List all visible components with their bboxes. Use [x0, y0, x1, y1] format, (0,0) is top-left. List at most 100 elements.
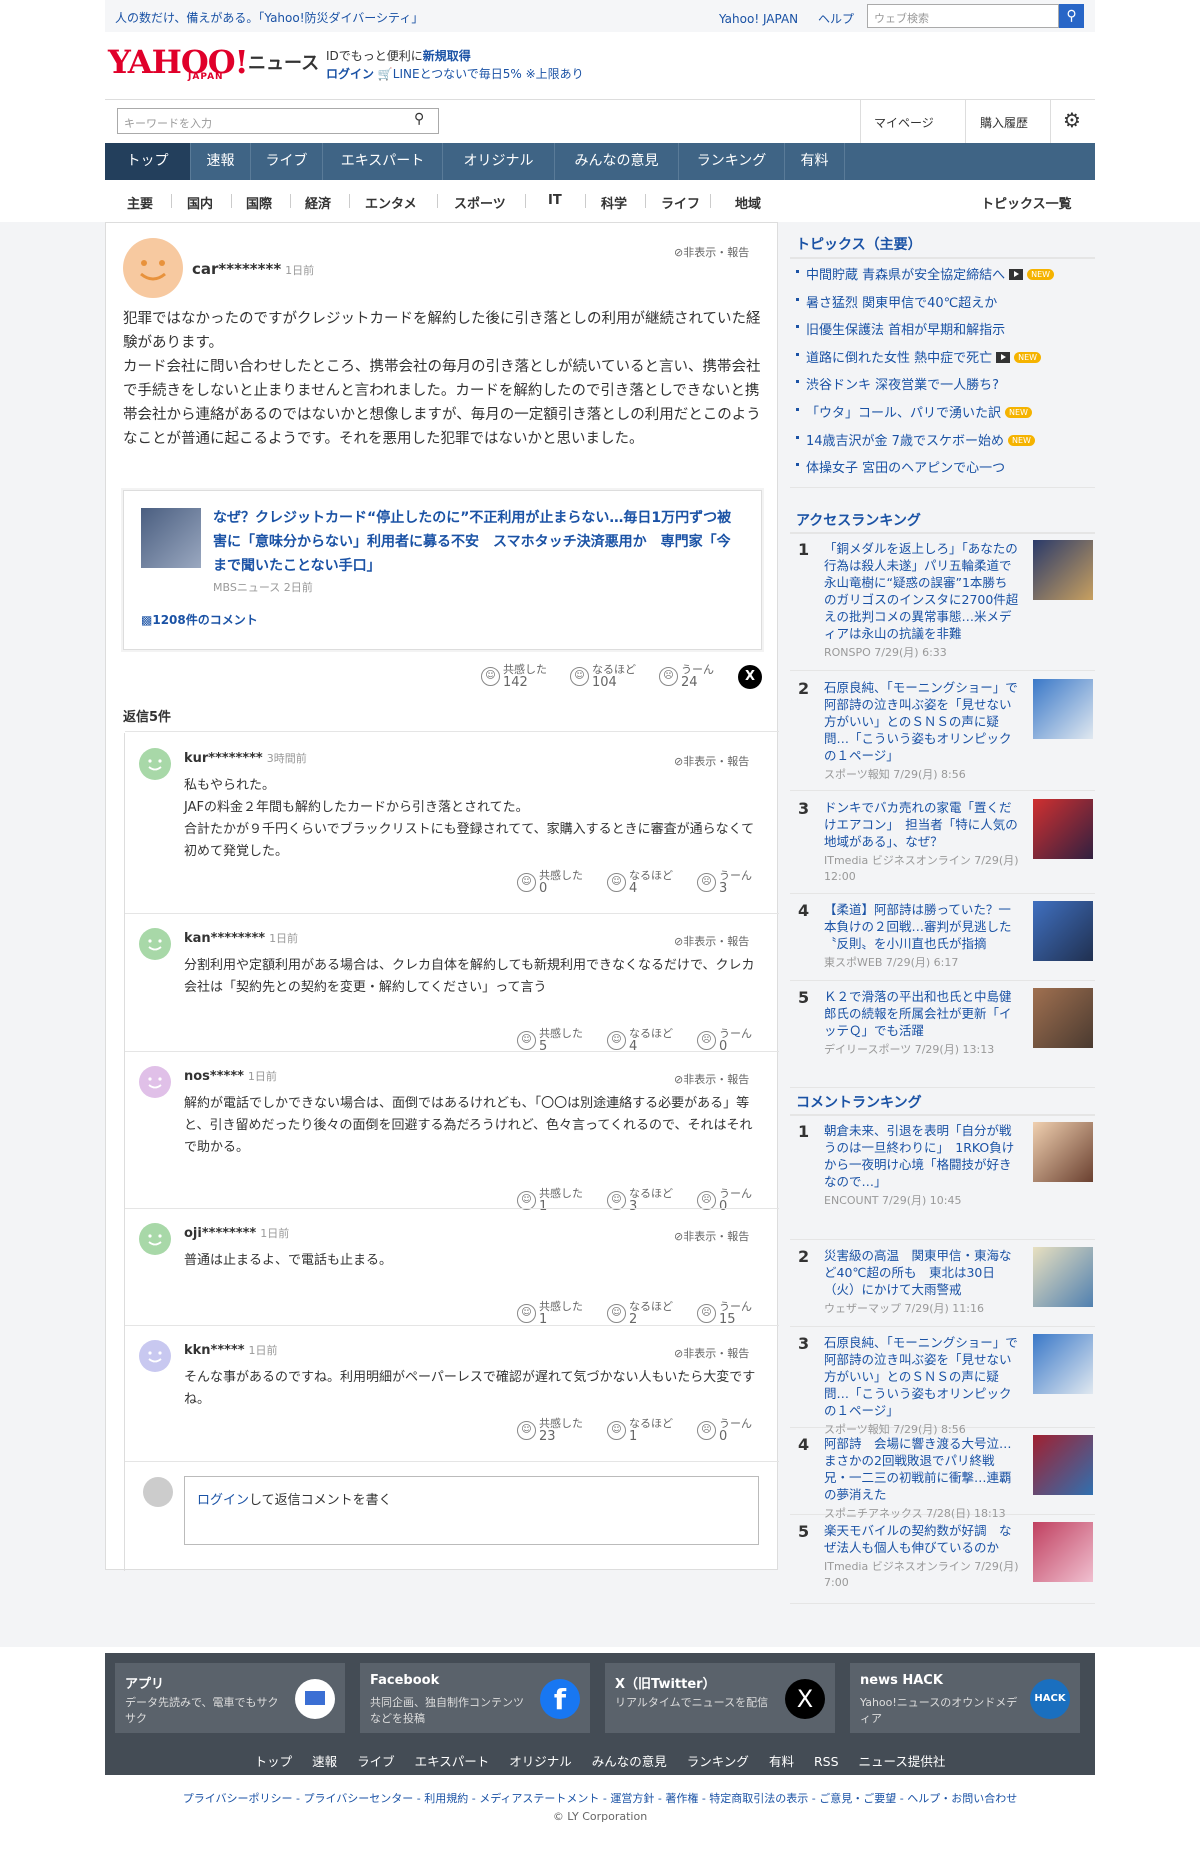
footer-nav-item[interactable]: ライブ: [357, 1754, 395, 1769]
ranking-item[interactable]: 4 阿部詩 会場に響き渡る大号泣…まさかの2回戦敗退でパリ終戦 兄・一二三の初戦…: [790, 1435, 1095, 1520]
ranking-item[interactable]: 5 楽天モバイルの契約数が好調 なぜ法人も個人も伸びているのか ITmedia …: [790, 1522, 1095, 1604]
footer-card-app[interactable]: アプリ データ先読みで、電車でもサクサク: [115, 1663, 345, 1733]
cat-world[interactable]: 国際: [246, 193, 272, 212]
ranking-item[interactable]: 1 「銅メダルを返上しろ」「あなたの行為は殺人未遂」パリ五輪柔道で永山竜樹に“疑…: [790, 540, 1095, 671]
footer-nav-item[interactable]: 有料: [769, 1754, 794, 1769]
reply-login-link[interactable]: ログイン: [197, 1493, 249, 1508]
topics-list-link[interactable]: トピックス一覧: [981, 193, 1072, 212]
gnav-top[interactable]: トップ: [105, 143, 191, 180]
rank-title[interactable]: 楽天モバイルの契約数が好調 なぜ法人も個人も伸びているのか: [824, 1522, 1019, 1556]
report-link[interactable]: ⊘非表示・報告: [674, 933, 749, 949]
footer-nav-item[interactable]: ランキング: [687, 1754, 749, 1769]
gnav-ranking[interactable]: ランキング: [679, 143, 785, 180]
rank-title[interactable]: 朝倉未来、引退を表明「自分が戦うのは一旦終わりに」 1RKO負けから一夜明け心境…: [824, 1122, 1019, 1190]
web-search-button[interactable]: ⚲: [1059, 4, 1084, 28]
reply-username[interactable]: kan******** 1日前: [184, 930, 298, 946]
gear-icon[interactable]: ⚙: [1063, 108, 1081, 132]
login-link[interactable]: ログイン: [326, 67, 374, 81]
article-title[interactable]: なぜ？クレジットカード“停止したのに”不正利用が止まらない…毎日1万円ずつ被害に…: [213, 506, 743, 578]
x-share-icon[interactable]: X: [738, 665, 762, 689]
ranking-item[interactable]: 5 Ｋ２で滑落の平出和也氏と中島健郎氏の続報を所属会社が更新「イッテＱ」でも活躍…: [790, 988, 1095, 1088]
signup-link[interactable]: 新規取得: [423, 49, 471, 63]
footer-nav-item[interactable]: みんなの意見: [592, 1754, 667, 1769]
cat-main[interactable]: 主要: [127, 193, 153, 212]
footer-nav-item[interactable]: トップ: [255, 1754, 293, 1769]
username-text[interactable]: car********: [192, 260, 281, 278]
cat-it[interactable]: IT: [548, 193, 562, 208]
article-comment-count[interactable]: ▩1208件のコメント: [141, 611, 258, 628]
cat-local[interactable]: 地域: [735, 193, 761, 212]
report-link[interactable]: ⊘非表示・報告: [674, 753, 749, 769]
gnav-expert[interactable]: エキスパート: [323, 143, 443, 180]
footer-nav-item[interactable]: 速報: [312, 1754, 337, 1769]
new-badge: NEW: [1007, 434, 1035, 446]
gnav-paid[interactable]: 有料: [785, 143, 845, 180]
rank-title[interactable]: 石原良純、「モーニングショー」で阿部詩の泣き叫ぶ姿を「見せない方がいい」とのＳＮ…: [824, 1334, 1019, 1419]
ranking-item[interactable]: 2 石原良純、「モーニングショー」で阿部詩の泣き叫ぶ姿を「見せない方がいい」との…: [790, 679, 1095, 791]
topic-item[interactable]: 中間貯蔵 青森県が安全協定締結へ NEW: [795, 264, 1055, 283]
cat-life[interactable]: ライフ: [661, 193, 700, 212]
access-ranking-heading[interactable]: アクセスランキング: [796, 510, 921, 530]
comment-ranking-heading[interactable]: コメントランキング: [796, 1092, 922, 1112]
gnav-original[interactable]: オリジナル: [443, 143, 555, 180]
topics-heading[interactable]: トピックス（主要）: [796, 234, 922, 254]
topic-item[interactable]: 旧優生保護法 首相が早期和解指示: [795, 319, 1005, 338]
help-link[interactable]: ヘルプ: [818, 12, 854, 26]
legal-links[interactable]: プライバシーポリシー - プライバシーセンター - 利用規約 - メディアステー…: [0, 1790, 1200, 1806]
rank-title[interactable]: 「銅メダルを返上しろ」「あなたの行為は殺人未遂」パリ五輪柔道で永山竜樹に“疑惑の…: [824, 540, 1019, 642]
footer-nav-item[interactable]: エキスパート: [415, 1754, 490, 1769]
reply-input[interactable]: ログインして返信コメントを書く: [184, 1476, 759, 1545]
rank-title[interactable]: 石原良純、「モーニングショー」で阿部詩の泣き叫ぶ姿を「見せない方がいい」とのＳＮ…: [824, 679, 1019, 764]
footer-nav-item[interactable]: オリジナル: [509, 1754, 572, 1769]
ranking-item[interactable]: 2 災害級の高温 関東甲信・東海など40℃超の所も 東北は30日（火）にかけて大…: [790, 1247, 1095, 1327]
mypage-link[interactable]: マイページ: [874, 114, 934, 131]
gnav-opinion[interactable]: みんなの意見: [555, 143, 679, 180]
footer-card-x[interactable]: X（旧Twitter） リアルタイムでニュースを配信 X: [605, 1663, 835, 1733]
reply-username[interactable]: kur******** 3時間前: [184, 750, 307, 766]
ranking-item[interactable]: 3 石原良純、「モーニングショー」で阿部詩の泣き叫ぶ姿を「見せない方がいい」との…: [790, 1334, 1095, 1436]
cat-sports[interactable]: スポーツ: [454, 193, 506, 212]
report-link[interactable]: ⊘非表示・報告: [674, 1071, 749, 1087]
report-link[interactable]: ⊘非表示・報告: [674, 1345, 749, 1361]
gnav-breaking[interactable]: 速報: [191, 143, 251, 180]
rank-title[interactable]: Ｋ２で滑落の平出和也氏と中島健郎氏の続報を所属会社が更新「イッテＱ」でも活躍: [824, 988, 1019, 1039]
reply-username[interactable]: nos***** 1日前: [184, 1068, 277, 1084]
report-link[interactable]: ⊘非表示・報告: [674, 244, 749, 260]
topic-item[interactable]: 「ウタ」コール、パリで湧いた訳 NEW: [796, 402, 1032, 421]
topic-item[interactable]: 暑さ猛烈 関東甲信で40℃超えか: [795, 292, 997, 311]
footer-nav-item[interactable]: RSS: [814, 1754, 839, 1769]
new-badge: NEW: [1005, 407, 1032, 418]
promo-link[interactable]: 人の数だけ、備えがある。「Yahoo!防災ダイバーシティ」: [115, 9, 423, 26]
rank-title[interactable]: ドンキでバカ売れの家電「置くだけエアコン」 担当者「特に人気の地域がある」、なぜ…: [824, 799, 1019, 850]
ranking-item[interactable]: 1 朝倉未来、引退を表明「自分が戦うのは一旦終わりに」 1RKO負けから一夜明け…: [790, 1122, 1095, 1240]
line-promo-link[interactable]: LINEとつないで毎日5% ※上限あり: [393, 67, 584, 81]
cat-economy[interactable]: 経済: [305, 193, 331, 212]
search-icon[interactable]: ⚲: [414, 111, 424, 127]
report-link[interactable]: ⊘非表示・報告: [674, 1228, 749, 1244]
reply-username[interactable]: oji******** 1日前: [184, 1225, 289, 1241]
topic-item[interactable]: 14歳吉沢が金 7歳でスケボー始め NEW: [796, 430, 1035, 449]
cat-entertainment[interactable]: エンタメ: [365, 193, 417, 212]
linked-article-card[interactable]: なぜ？クレジットカード“停止したのに”不正利用が止まらない…毎日1万円ずつ被害に…: [123, 490, 762, 650]
ranking-item[interactable]: 3 ドンキでバカ売れの家電「置くだけエアコン」 担当者「特に人気の地域がある」、…: [790, 799, 1095, 894]
news-search-input[interactable]: キーワードを入力 ⚲: [117, 108, 439, 134]
topic-item[interactable]: 道路に倒れた女性 熱中症で死亡 NEW: [795, 347, 1042, 366]
web-search-input[interactable]: ウェブ検索: [867, 4, 1059, 28]
footer-card-facebook[interactable]: Facebook 共同企画、独自制作コンテンツなどを投稿 f: [360, 1663, 590, 1733]
cat-domestic[interactable]: 国内: [187, 193, 213, 212]
rank-title[interactable]: 災害級の高温 関東甲信・東海など40℃超の所も 東北は30日（火）にかけて大雨警…: [824, 1247, 1019, 1298]
yahoo-japan-link[interactable]: Yahoo! JAPAN: [719, 12, 798, 26]
reply-username[interactable]: kkn***** 1日前: [184, 1342, 278, 1358]
topic-item[interactable]: 渋谷ドンキ 深夜営業で一人勝ち?: [795, 374, 999, 393]
footer-nav-item[interactable]: ニュース提供社: [859, 1754, 946, 1769]
footer-card-newshack[interactable]: news HACK Yahoo!ニュースのオウンドメディア HACK: [850, 1663, 1080, 1733]
gnav-live[interactable]: ライブ: [251, 143, 323, 180]
cat-science[interactable]: 科学: [601, 193, 627, 212]
divider: [525, 194, 526, 208]
rank-title[interactable]: 阿部詩 会場に響き渡る大号泣…まさかの2回戦敗退でパリ終戦 兄・一二三の初戦前に…: [824, 1435, 1019, 1503]
rank-title[interactable]: 【柔道】阿部詩は勝っていた？一本負けの２回戦…審判が見逃した〝反則〟を小川直也氏…: [824, 901, 1019, 952]
yahoo-news-logo[interactable]: YAHOO! JAPAN ニュース: [108, 46, 319, 82]
ranking-item[interactable]: 4 【柔道】阿部詩は勝っていた？一本負けの２回戦…審判が見逃した〝反則〟を小川直…: [790, 901, 1095, 981]
purchase-history-link[interactable]: 購入履歴: [980, 114, 1028, 131]
topic-item[interactable]: 体操女子 宮田のヘアピンで心一つ: [795, 457, 1005, 476]
